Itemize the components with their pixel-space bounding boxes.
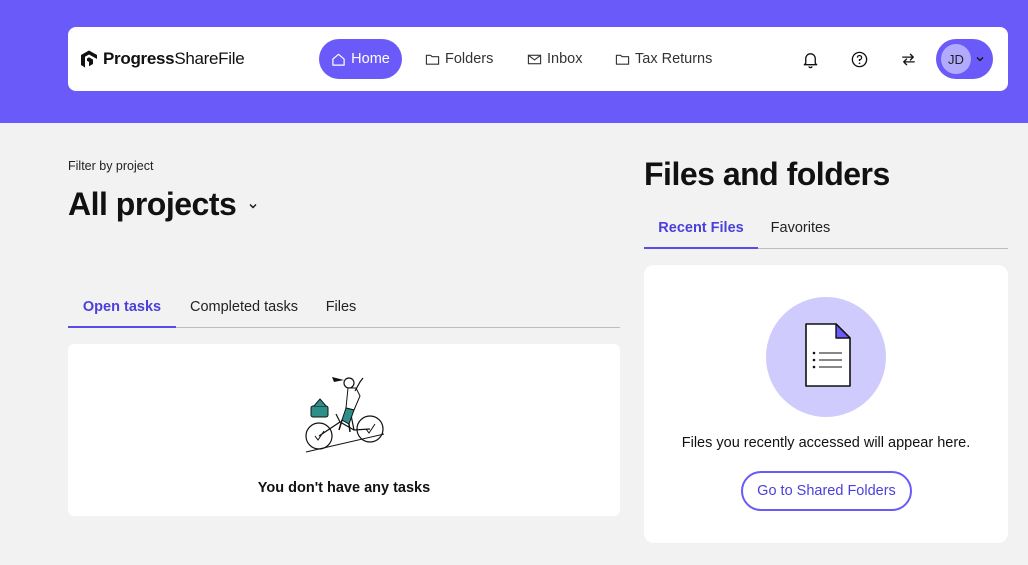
account-menu-button[interactable]: JD <box>936 39 993 79</box>
swap-icon <box>901 53 915 65</box>
document-icon <box>805 323 851 387</box>
help-icon <box>851 51 867 67</box>
top-navbar: ProgressShareFile Home Folders Inbox Tax… <box>68 27 1008 91</box>
nav-tax-returns[interactable]: Tax Returns <box>615 39 712 79</box>
sharefile-logo[interactable]: ProgressShareFile <box>80 46 245 72</box>
chevron-down-icon <box>249 203 257 208</box>
nav-inbox[interactable]: Inbox <box>527 39 582 79</box>
filter-label: Filter by project <box>68 159 154 173</box>
tab-files[interactable]: Files <box>312 286 370 327</box>
tab-completed-tasks[interactable]: Completed tasks <box>176 286 312 327</box>
switch-account-button[interactable] <box>896 47 920 71</box>
bell-icon <box>803 52 817 68</box>
tab-favorites[interactable]: Favorites <box>758 208 843 248</box>
home-icon <box>332 53 345 66</box>
mail-icon <box>527 54 542 64</box>
progress-logo-icon <box>81 50 97 68</box>
files-section-title: Files and folders <box>644 156 890 192</box>
notifications-button[interactable] <box>798 47 822 71</box>
tasks-card: You don't have any tasks <box>68 344 620 516</box>
chevron-down-icon <box>976 57 984 62</box>
nav-tax-returns-label: Tax Returns <box>635 51 713 67</box>
avatar: JD <box>941 44 971 74</box>
folder-icon <box>615 54 630 65</box>
brand-name-regular: ShareFile <box>174 49 245 68</box>
nav-inbox-label: Inbox <box>547 51 583 67</box>
cyclist-illustration <box>305 377 385 453</box>
project-selector[interactable]: All projects <box>68 186 258 223</box>
recent-files-empty-message: Files you recently accessed will appear … <box>681 435 971 451</box>
tab-open-tasks[interactable]: Open tasks <box>68 286 176 328</box>
project-selected-label: All projects <box>68 186 237 222</box>
tasks-empty-message: You don't have any tasks <box>257 480 431 496</box>
folder-icon <box>425 54 440 65</box>
avatar-initials: JD <box>948 51 964 67</box>
nav-home-label: Home <box>351 51 390 67</box>
help-button[interactable] <box>847 47 871 71</box>
tasks-tabs: Open tasks Completed tasks Files <box>68 286 620 328</box>
brand-wordmark: ProgressShareFile <box>103 49 245 69</box>
files-tabs: Recent Files Favorites <box>644 208 1008 249</box>
go-to-shared-folders-button[interactable]: Go to Shared Folders <box>741 471 912 511</box>
nav-folders[interactable]: Folders <box>425 39 493 79</box>
nav-home[interactable]: Home <box>319 39 402 79</box>
brand-name-bold: Progress <box>103 49 175 68</box>
tab-recent-files[interactable]: Recent Files <box>644 208 758 249</box>
recent-files-card: Files you recently accessed will appear … <box>644 265 1008 543</box>
nav-folders-label: Folders <box>445 51 494 67</box>
